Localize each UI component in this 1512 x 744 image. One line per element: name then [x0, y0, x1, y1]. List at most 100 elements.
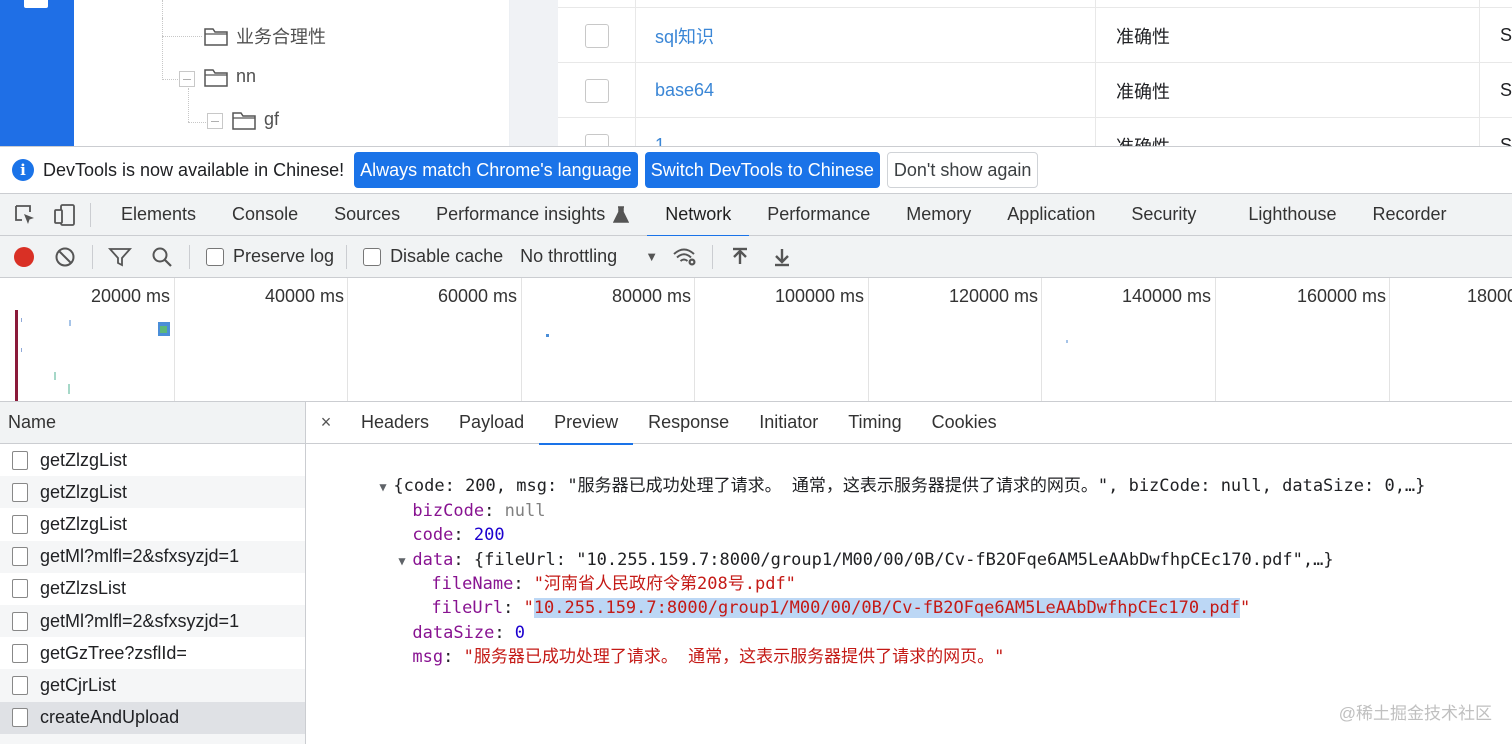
table-row — [558, 0, 1512, 8]
request-detail-panel: × Headers Payload Preview Response Initi… — [306, 402, 1512, 744]
row-checkbox[interactable] — [584, 78, 609, 103]
tree-collapse-toggle[interactable] — [207, 113, 223, 129]
tab-payload[interactable]: Payload — [444, 402, 539, 444]
network-toolbar: Preserve log Disable cache No throttling… — [0, 236, 1512, 278]
tab-label: Performance insights — [436, 204, 606, 224]
tab-security[interactable]: Security — [1113, 194, 1214, 236]
item-type: 准确性 — [1116, 133, 1170, 147]
tab-elements[interactable]: Elements — [103, 194, 214, 236]
import-har-icon[interactable] — [727, 244, 753, 270]
app-sidebar — [0, 0, 74, 146]
table-row: sql知识 准确性 S — [558, 8, 1512, 63]
request-name: getMl?mlfl=2&sfxsyzjd=1 — [40, 610, 240, 631]
close-icon[interactable]: × — [306, 412, 346, 433]
network-conditions-icon[interactable] — [672, 244, 698, 270]
overview-tick-label: 80000 ms — [611, 286, 691, 306]
folder-icon — [204, 26, 228, 46]
dont-show-again-button[interactable]: Don't show again — [886, 152, 1039, 188]
request-row[interactable]: getZlzgList — [0, 476, 305, 509]
watermark: @稀土掘金技术社区 — [1338, 704, 1492, 723]
overview-load-marker — [15, 310, 18, 401]
tree-item-label: gf — [264, 109, 280, 129]
request-row[interactable]: getMl?mlfl=2&sfxsyzjd=1 — [0, 540, 305, 573]
export-har-icon[interactable] — [769, 244, 795, 270]
table-row: 1 准确性 S — [558, 118, 1512, 146]
tab-cookies[interactable]: Cookies — [917, 402, 1012, 444]
request-row[interactable]: getZlzsList — [0, 573, 305, 605]
tab-lighthouse[interactable]: Lighthouse — [1230, 194, 1354, 236]
preserve-log-checkbox[interactable] — [206, 247, 224, 266]
row-checkbox[interactable] — [584, 133, 609, 146]
preserve-log-label: Preserve log — [233, 246, 335, 266]
network-overview[interactable]: 20000 ms 40000 ms 60000 ms 80000 ms 1000… — [0, 278, 1512, 402]
tree-item-label: nn — [236, 66, 257, 86]
tab-performance-insights[interactable]: Performance insights — [418, 194, 647, 236]
clear-icon[interactable] — [52, 244, 78, 270]
json-property[interactable]: msg: "服务器已成功处理了请求。 通常，这表示服务器提供了请求的网页。" — [351, 621, 1004, 694]
request-row[interactable]: getMl?mlfl=2&sfxsyzjd=1 — [0, 604, 305, 638]
selected-text: 10.255.159.7:8000/group1/M00/00/0B/Cv-fB… — [533, 598, 1241, 619]
tab-application[interactable]: Application — [989, 194, 1113, 236]
overview-request-bar — [54, 372, 56, 380]
tab-response[interactable]: Response — [633, 402, 744, 444]
row-checkbox[interactable] — [584, 23, 609, 48]
knowledge-table: sql知识 准确性 S base64 准确性 S 1 准确性 S — [558, 0, 1512, 146]
request-row-selected[interactable]: createAndUpload — [0, 701, 305, 734]
device-toolbar-icon[interactable] — [52, 202, 78, 228]
request-name: getZlzgList — [40, 449, 128, 470]
inspect-element-icon[interactable] — [12, 202, 38, 228]
tree-item[interactable]: nn — [204, 66, 256, 87]
always-match-language-button[interactable]: Always match Chrome's language — [354, 152, 638, 188]
tree-item[interactable]: 业务合理性 — [204, 23, 326, 49]
item-extra: S — [1500, 135, 1512, 146]
tab-headers[interactable]: Headers — [346, 402, 444, 444]
item-extra: S — [1500, 25, 1512, 45]
document-icon — [12, 579, 28, 599]
request-row[interactable]: getZlzgList — [0, 508, 305, 540]
tab-memory[interactable]: Memory — [888, 194, 989, 236]
name-column-header[interactable]: Name — [0, 402, 305, 444]
page-gutter — [510, 0, 558, 146]
filter-icon[interactable] — [107, 244, 133, 270]
tree-item-label: 业务合理性 — [236, 27, 326, 47]
document-icon — [12, 708, 28, 728]
overview-tick-label: 140000 ms — [1121, 286, 1211, 306]
language-banner: i DevTools is now available in Chinese! … — [0, 146, 1512, 194]
disable-cache-checkbox[interactable] — [363, 247, 382, 266]
toolbar-divider — [92, 244, 93, 269]
request-row[interactable]: getCjrList — [0, 669, 305, 702]
throttling-select[interactable]: No throttling ▼ — [520, 246, 658, 267]
detail-tab-bar: × Headers Payload Preview Response Initi… — [306, 402, 1512, 445]
category-tree: 业务合理性 nn gf — [108, 0, 510, 146]
request-name: getGzTree?zsflId= — [40, 642, 187, 663]
tree-collapse-toggle[interactable] — [179, 71, 195, 87]
item-name-link[interactable]: sql知识 — [655, 23, 714, 49]
info-icon: i — [12, 159, 34, 181]
switch-to-chinese-button[interactable]: Switch DevTools to Chinese — [644, 152, 880, 188]
overview-request-bar — [546, 334, 549, 337]
tab-recorder[interactable]: Recorder — [1354, 194, 1464, 236]
tab-initiator[interactable]: Initiator — [744, 402, 833, 444]
request-row[interactable]: getZlzgList — [0, 444, 305, 476]
tree-item[interactable]: gf — [232, 109, 279, 130]
document-icon — [12, 482, 28, 502]
menu-icon[interactable] — [24, 0, 48, 8]
overview-tick-label: 120000 ms — [948, 286, 1038, 306]
overview-tick-label: 60000 ms — [437, 286, 517, 306]
item-name-link[interactable]: 1 — [655, 135, 665, 146]
record-button[interactable] — [14, 246, 34, 267]
tab-console[interactable]: Console — [214, 194, 316, 236]
request-row[interactable] — [0, 733, 305, 744]
request-name: getMl?mlfl=2&sfxsyzjd=1 — [40, 546, 240, 567]
tab-preview[interactable]: Preview — [539, 402, 634, 445]
document-icon — [12, 643, 28, 663]
toolbar-divider — [90, 202, 91, 227]
tab-timing[interactable]: Timing — [833, 402, 916, 444]
experiment-flask-icon — [613, 205, 630, 223]
request-row[interactable]: getGzTree?zsflId= — [0, 637, 305, 669]
tab-network[interactable]: Network — [647, 194, 750, 237]
item-name-link[interactable]: base64 — [655, 80, 714, 101]
tab-performance[interactable]: Performance — [749, 194, 888, 236]
search-icon[interactable] — [149, 244, 175, 270]
tab-sources[interactable]: Sources — [316, 194, 418, 236]
